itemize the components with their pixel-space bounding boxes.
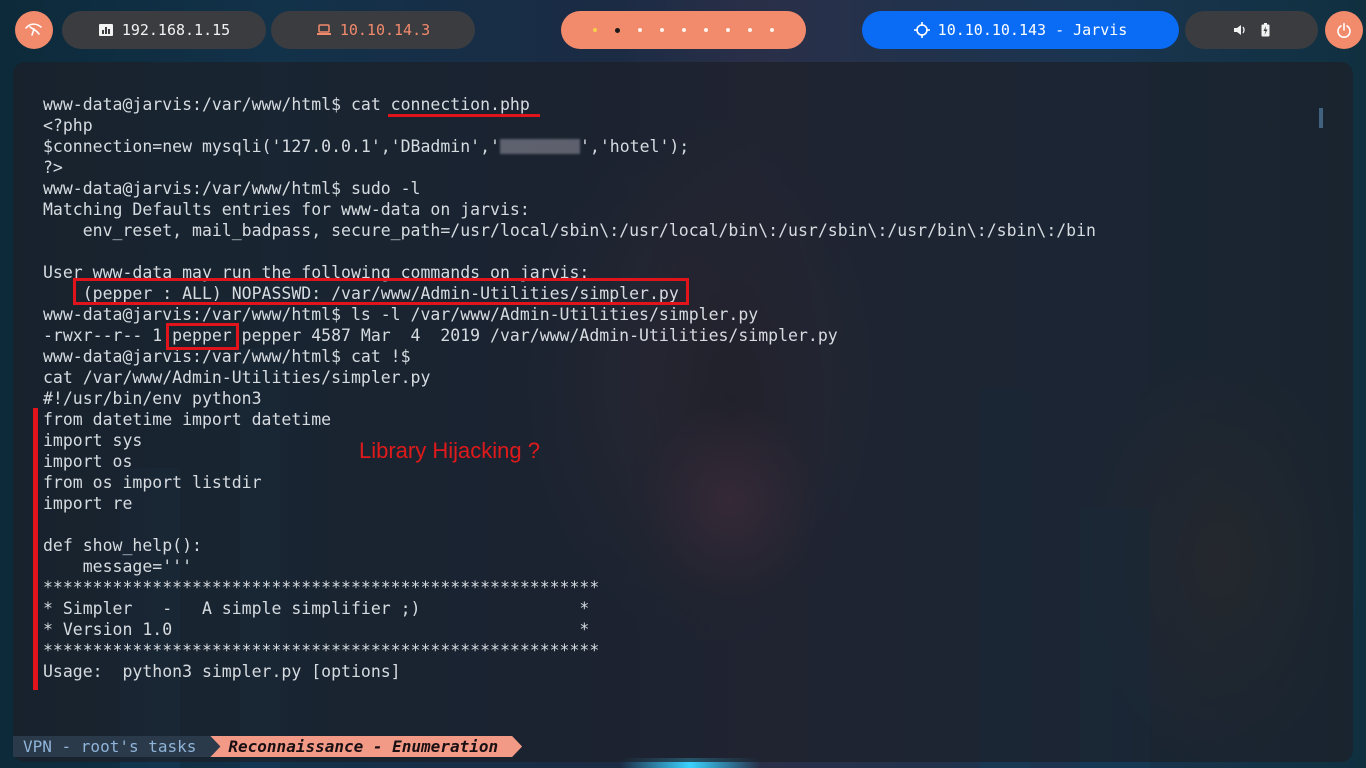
terminal-line: message=''' xyxy=(43,557,193,576)
terminal-line: import re xyxy=(43,494,133,513)
terminal-line: ?> xyxy=(43,158,63,177)
workspace-dot[interactable] xyxy=(726,28,730,32)
terminal-line: def show_help(): xyxy=(43,536,202,555)
terminal-line: #!/usr/bin/env python3 xyxy=(43,389,262,408)
terminal-line: www-data@jarvis:/var/www/html$ sudo -l xyxy=(43,179,421,198)
terminal-line: ****************************************… xyxy=(43,641,600,660)
laptop-icon xyxy=(316,24,331,35)
workspace-switcher[interactable] xyxy=(561,11,806,49)
terminal-line: <?php xyxy=(43,116,93,135)
target-machine-label: 10.10.10.143 - Jarvis xyxy=(937,21,1128,39)
crosshair-icon xyxy=(913,22,930,38)
workspace-dot[interactable] xyxy=(704,28,708,32)
kali-dragon-icon xyxy=(25,23,42,36)
target-machine-pill[interactable]: 10.10.10.143 - Jarvis xyxy=(862,11,1179,49)
terminal-line: $connection=new mysqli('127.0.0.1','DBad… xyxy=(43,136,1096,157)
terminal-line: cat /var/www/Admin-Utilities/simpler.py xyxy=(43,368,431,387)
system-tray[interactable] xyxy=(1185,11,1318,49)
annotation-box-sudo-rule xyxy=(73,278,689,305)
workspace-dot[interactable] xyxy=(660,28,664,32)
terminal-line: import os xyxy=(43,452,133,471)
target-ip-pill[interactable]: 192.168.1.15 xyxy=(62,11,266,49)
workspace-dot[interactable] xyxy=(770,28,774,32)
kali-menu-button[interactable] xyxy=(15,11,53,49)
battery-charging-icon[interactable] xyxy=(1261,23,1270,37)
terminal-line: www-data@jarvis:/var/www/html$ cat conne… xyxy=(43,95,530,114)
annotation-label: Library Hijacking ? xyxy=(359,438,540,463)
terminal-line: www-data@jarvis:/var/www/html$ ls -l /va… xyxy=(43,305,759,324)
top-bar: 192.168.1.15 10.10.14.3 10.10.10.143 - J… xyxy=(0,0,1366,60)
power-button[interactable] xyxy=(1325,11,1363,49)
terminal-line: ****************************************… xyxy=(43,578,600,597)
terminal-line: from datetime import datetime xyxy=(43,410,332,429)
terminal-line: env_reset, mail_badpass, secure_path=/us… xyxy=(43,221,1096,240)
terminal-line: import sys xyxy=(43,431,143,450)
workspace-dot-active[interactable] xyxy=(615,27,620,33)
terminal-window[interactable]: www-data@jarvis:/var/www/html$ cat conne… xyxy=(13,62,1353,762)
terminal-scrollbar[interactable] xyxy=(1319,108,1323,128)
tmux-status-bar: VPN - root's tasks Reconnaissance - Enum… xyxy=(13,736,522,757)
terminal-line: Usage: python3 simpler.py [options] xyxy=(43,662,401,681)
volume-icon[interactable] xyxy=(1233,23,1247,37)
status-segment-vpn[interactable]: VPN - root's tasks xyxy=(13,736,220,757)
workspace-dot[interactable] xyxy=(748,28,752,32)
vpn-ip-pill[interactable]: 10.10.14.3 xyxy=(271,11,475,49)
monitor-chart-icon xyxy=(98,24,113,36)
annotation-bar-imports xyxy=(33,408,38,690)
terminal-line: * Version 1.0 * xyxy=(43,620,590,639)
workspace-dot[interactable] xyxy=(638,28,642,32)
power-icon xyxy=(1337,22,1351,38)
target-ip-label: 192.168.1.15 xyxy=(121,21,231,39)
terminal-line: * Simpler - A simple simplifier ;) * xyxy=(43,599,590,618)
workspace-dot[interactable] xyxy=(593,28,597,32)
annotation-box-owner xyxy=(166,323,239,350)
terminal-output[interactable]: www-data@jarvis:/var/www/html$ cat conne… xyxy=(43,94,1096,682)
terminal-line: from os import listdir xyxy=(43,473,262,492)
terminal-line: Matching Defaults entries for www-data o… xyxy=(43,200,530,219)
annotation-underline xyxy=(388,114,540,117)
status-segment-current[interactable]: Reconnaissance - Enumeration xyxy=(210,736,522,757)
workspace-dot[interactable] xyxy=(682,28,686,32)
redacted-password xyxy=(499,139,580,154)
terminal-line-text: $connection=new mysqli('127.0.0.1','DBad… xyxy=(43,137,500,156)
vpn-ip-label: 10.10.14.3 xyxy=(339,21,431,39)
terminal-line-text: ','hotel'); xyxy=(579,137,690,156)
